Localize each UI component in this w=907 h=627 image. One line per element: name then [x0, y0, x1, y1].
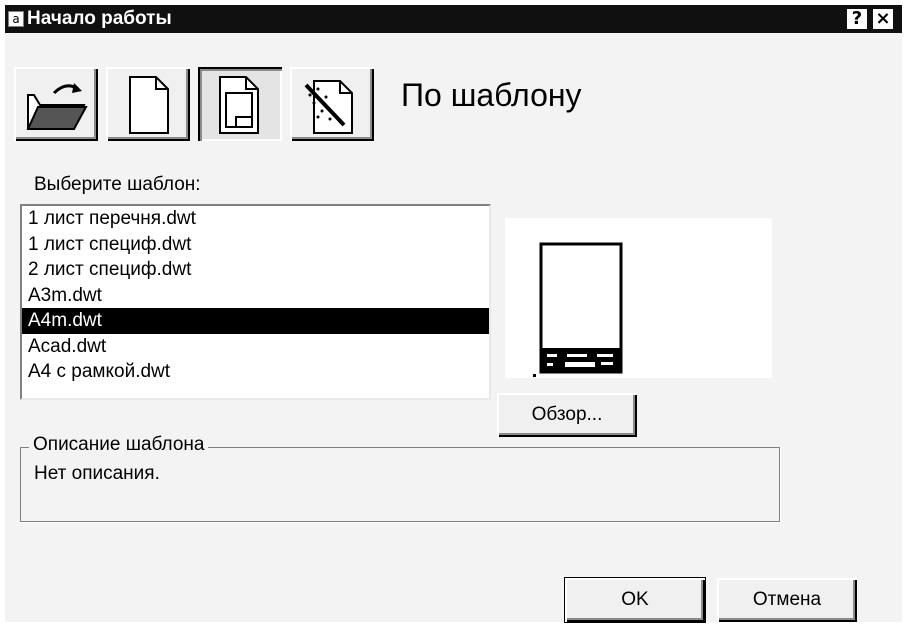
template-preview-drawing — [533, 242, 623, 377]
browse-button[interactable]: Обзор... — [497, 393, 637, 437]
template-list-item-selected[interactable]: A4m.dwt — [22, 308, 489, 334]
template-list-item[interactable]: 1 лист специф.dwt — [22, 232, 489, 258]
template-listbox[interactable]: 1 лист перечня.dwt 1 лист специф.dwt 2 л… — [20, 204, 491, 400]
help-button[interactable]: ? — [847, 9, 867, 29]
blank-page-icon — [129, 76, 169, 134]
close-button[interactable]: × — [873, 9, 893, 29]
app-icon: a — [8, 11, 24, 27]
new-drawing-button[interactable] — [106, 67, 190, 141]
window-title: Начало работы — [27, 8, 172, 29]
template-list-item[interactable]: A3m.dwt — [22, 283, 489, 309]
open-drawing-button[interactable] — [14, 67, 98, 141]
ok-button[interactable]: OK — [565, 578, 705, 622]
template-list-item[interactable]: 2 лист специф.dwt — [22, 257, 489, 283]
open-folder-icon — [26, 83, 88, 130]
template-list-item[interactable]: Acad.dwt — [22, 334, 489, 360]
template-preview — [505, 218, 772, 378]
template-list-item[interactable]: A4 с рамкой.dwt — [22, 359, 489, 385]
cancel-button[interactable]: Отмена — [717, 578, 857, 622]
wizard-icon — [304, 80, 353, 134]
description-text: Нет описания. — [34, 463, 160, 484]
setup-wizard-button[interactable] — [290, 67, 374, 141]
start-dialog: a Начало работы ? × По шаблону Выберите … — [5, 5, 902, 622]
use-template-button[interactable] — [198, 67, 282, 141]
template-page-icon — [219, 76, 259, 134]
template-list-label: Выберите шаблон: — [34, 174, 201, 195]
description-group: Описание шаблона Нет описания. — [20, 434, 780, 522]
mode-title: По шаблону — [401, 77, 582, 113]
template-list-item[interactable]: 1 лист перечня.dwt — [22, 206, 489, 232]
description-legend: Описание шаблона — [29, 434, 209, 456]
title-bar[interactable]: a Начало работы ? × — [5, 5, 902, 33]
